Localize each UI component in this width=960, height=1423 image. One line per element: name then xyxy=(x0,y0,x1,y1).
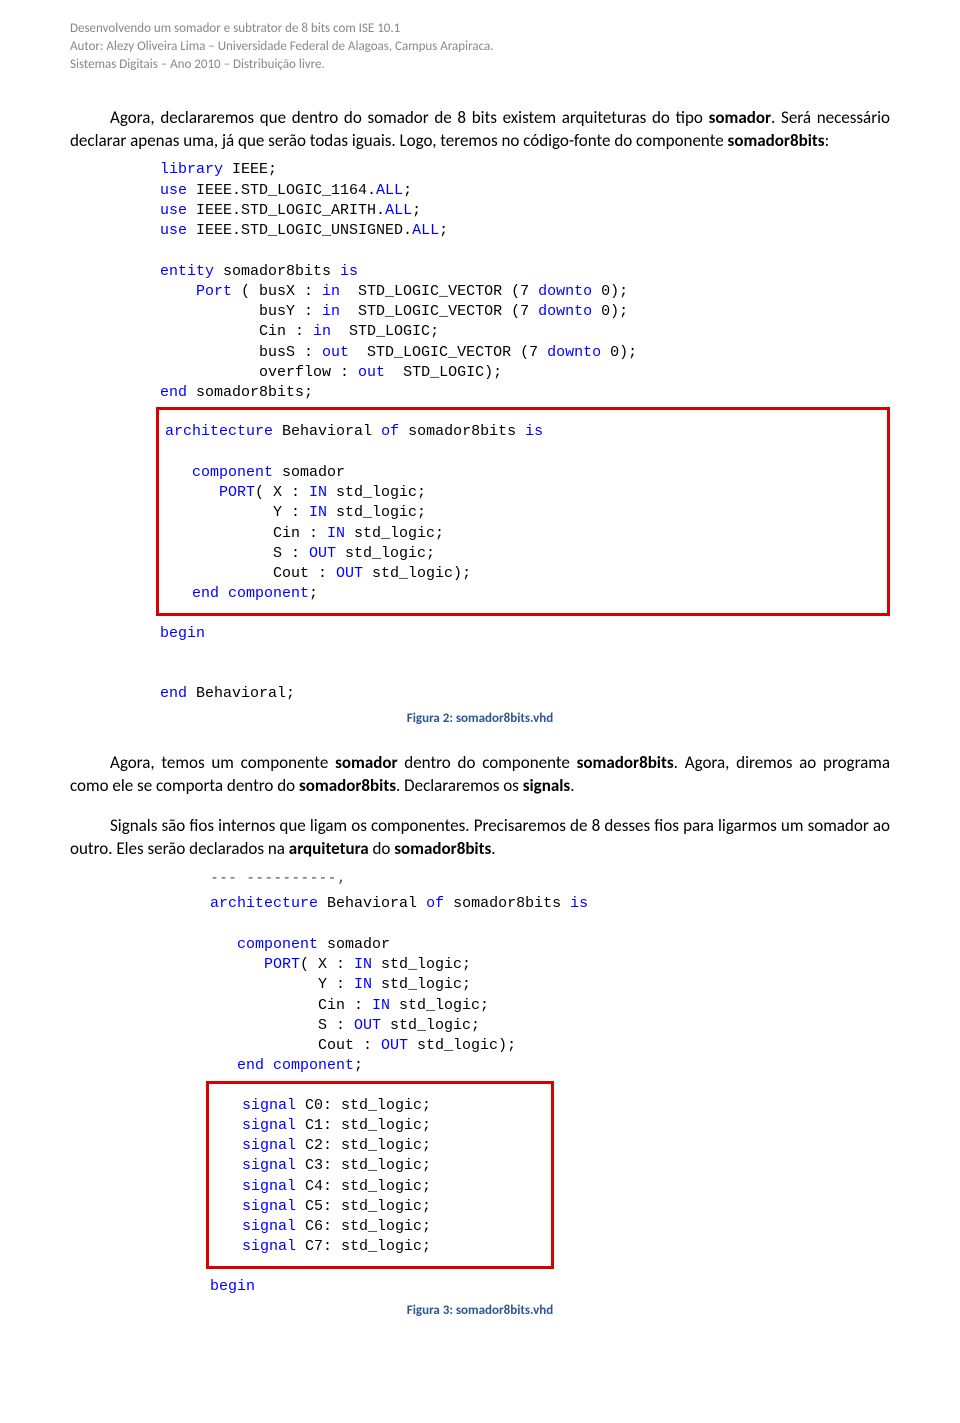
document-header: Desenvolvendo um somador e subtrator de … xyxy=(70,20,890,75)
para1-bold-d: somador8bits xyxy=(728,130,825,151)
meta-line-1: Desenvolvendo um somador e subtrator de … xyxy=(70,20,890,38)
para3-text-c: do xyxy=(369,838,395,859)
code-listing-1-tail: begin end Behavioral; xyxy=(160,624,890,705)
para1-text-e: : xyxy=(825,130,830,151)
para3-bold-d: somador8bits xyxy=(394,838,491,859)
code-listing-2: architecture Behavioral of somador8bits … xyxy=(210,894,890,1076)
para2-bold-d: somador8bits xyxy=(577,752,674,773)
para1-text-a: Agora, declararemos que dentro do somado… xyxy=(110,107,709,128)
code-listing-1-boxed: architecture Behavioral of somador8bits … xyxy=(165,422,881,604)
para2-text-i: . xyxy=(570,775,574,796)
para2-text-g: . Declararemos os xyxy=(396,775,523,796)
meta-line-3: Sistemas Digitais – Ano 2010 – Distribui… xyxy=(70,56,890,74)
para2-bold-h: signals xyxy=(523,775,571,796)
para1-bold-b: somador xyxy=(709,107,771,128)
code-highlight-box-1: architecture Behavioral of somador8bits … xyxy=(156,407,890,615)
paragraph-1: Agora, declararemos que dentro do somado… xyxy=(70,107,890,153)
figure-3-caption: Figura 3: somador8bits.vhd xyxy=(70,1303,890,1318)
para2-text-c: dentro do componente xyxy=(398,752,577,773)
meta-line-2: Autor: Alezy Oliveira Lima – Universidad… xyxy=(70,38,890,56)
para3-text-e: . xyxy=(491,838,495,859)
paragraph-2: Agora, temos um componente somador dentr… xyxy=(70,752,890,798)
figure-2-caption: Figura 2: somador8bits.vhd xyxy=(70,711,890,726)
code-listing-2-tail: begin xyxy=(210,1277,890,1297)
para2-bold-f: somador8bits xyxy=(299,775,396,796)
code-highlight-box-2: signal C0: std_logic; signal C1: std_log… xyxy=(206,1081,554,1269)
para2-text-a: Agora, temos um componente xyxy=(110,752,335,773)
paragraph-3: Signals são fios internos que ligam os c… xyxy=(70,815,890,861)
para2-bold-b: somador xyxy=(335,752,397,773)
code-listing-1: library IEEE; use IEEE.STD_LOGIC_1164.AL… xyxy=(160,160,890,403)
code-top-cut: --- ----------, xyxy=(210,868,890,886)
code-listing-2-boxed: signal C0: std_logic; signal C1: std_log… xyxy=(215,1096,545,1258)
para3-bold-b: arquitetura xyxy=(289,838,369,859)
